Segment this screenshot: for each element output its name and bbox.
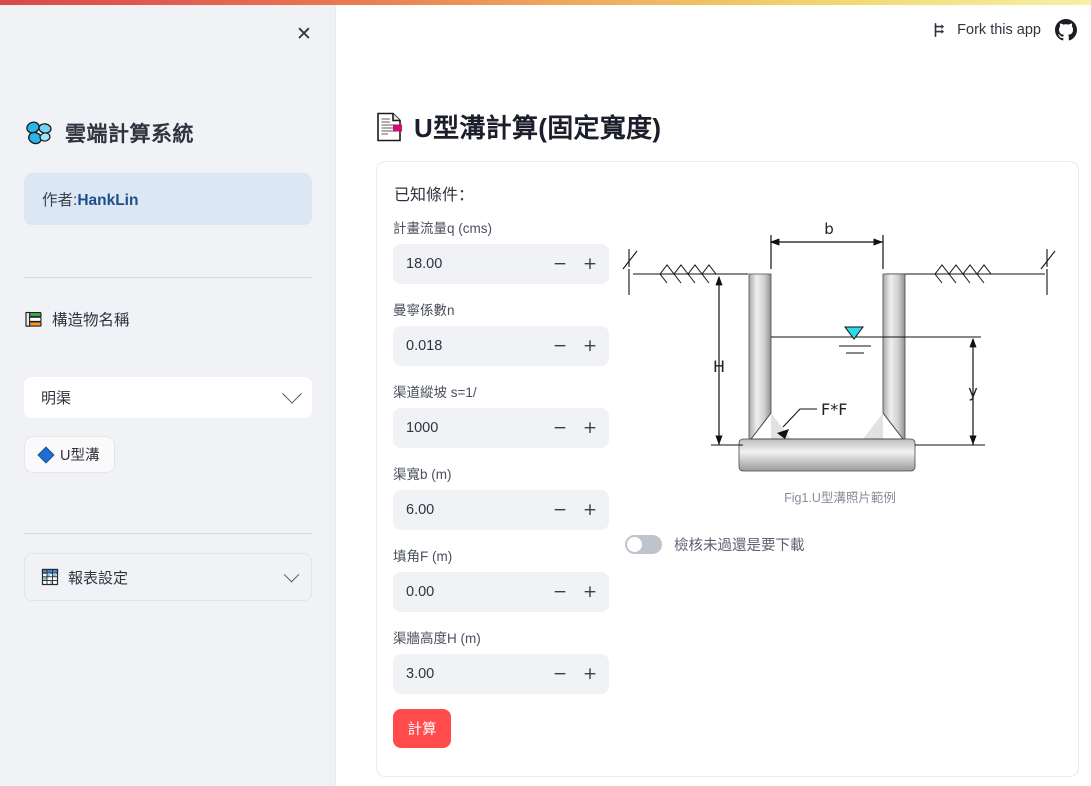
author-prefix: 作者: [42, 192, 78, 209]
page-title: U型溝計算(固定寬度) [414, 113, 662, 143]
field-manning-n: 曼寧係數n 0.018 − + [393, 299, 623, 366]
field-slope-s: 渠道縱坡 s=1/ 1000 − + [393, 381, 623, 448]
author-name: HankLin [77, 192, 139, 209]
divider-bottom [24, 533, 312, 534]
field-label: 填角F (m) [393, 549, 453, 564]
structure-section-label: 構造物名稱 [52, 312, 130, 329]
channel-width-b-input[interactable]: 6.00 − + [393, 490, 609, 530]
figure-panel: b H y F*F Fig1.U型溝照片範例 檢核未過還是要下載 [615, 217, 1065, 555]
header-actions: Fork this app [933, 19, 1077, 41]
fork-this-app-label: Fork this app [957, 22, 1041, 38]
top-gradient-bar [0, 0, 1091, 5]
flow-rate-q-input[interactable]: 18.00 − + [393, 244, 609, 284]
field-label: 計畫流量q (cms) [393, 221, 492, 236]
report-settings-label: 報表設定 [68, 569, 129, 587]
structure-section-header: 構造物名稱 [24, 308, 130, 330]
brand: 雲端計算系統 [24, 118, 194, 148]
main-content: Fork this app U型溝計算(固定寬度) 已知條件： 計畫流量q (c… [337, 5, 1091, 786]
field-label: 渠牆高度H (m) [393, 631, 481, 646]
close-icon[interactable]: ✕ [289, 19, 319, 49]
channel-type-label: U型溝 [60, 448, 100, 464]
known-conditions-heading: 已知條件： [394, 187, 475, 204]
field-fillet-f: 填角F (m) 0.00 − + [393, 545, 623, 612]
decrement-button[interactable]: − [545, 491, 575, 529]
increment-button[interactable]: + [575, 245, 605, 283]
sidebar: ✕ 雲端計算系統 作者:HankLin 構造物名稱 明渠 U型溝 報表設定 [0, 5, 336, 786]
structure-select-value: 明渠 [41, 390, 72, 407]
increment-button[interactable]: + [575, 409, 605, 447]
butterfly-logo-icon [26, 121, 52, 145]
slope-s-input[interactable]: 1000 − + [393, 408, 609, 448]
author-badge: 作者:HankLin [24, 173, 312, 225]
field-label: 渠道縱坡 s=1/ [393, 385, 477, 400]
chevron-down-icon [283, 566, 300, 582]
decrement-button[interactable]: − [545, 327, 575, 365]
input-value: 1000 [406, 420, 439, 436]
page-title-row: U型溝計算(固定寬度) [376, 108, 661, 145]
fork-this-app-link[interactable]: Fork this app [933, 22, 1041, 38]
field-flow-rate-q: 計畫流量q (cms) 18.00 − + [393, 217, 623, 284]
structure-select[interactable]: 明渠 [24, 377, 312, 418]
decrement-button[interactable]: − [545, 655, 575, 693]
calculation-card: 已知條件： 計畫流量q (cms) 18.00 − + 曼寧係數n 0.018 … [376, 161, 1079, 777]
dim-label-h: H [713, 357, 725, 376]
books-icon [25, 311, 42, 327]
field-label: 渠寬b (m) [393, 467, 452, 482]
dim-label-y: y [968, 382, 977, 401]
increment-button[interactable]: + [575, 327, 605, 365]
input-value: 3.00 [406, 666, 435, 682]
input-value: 0.00 [406, 584, 435, 600]
github-icon[interactable] [1055, 19, 1077, 41]
spreadsheet-grid-icon [41, 568, 59, 586]
fillet-f-input[interactable]: 0.00 − + [393, 572, 609, 612]
divider-top [24, 277, 312, 278]
author-label: 作者:HankLin [42, 188, 138, 210]
download-anyway-toggle[interactable] [625, 535, 662, 554]
app-root: ✕ 雲端計算系統 作者:HankLin 構造物名稱 明渠 U型溝 報表設定 Fo… [0, 0, 1091, 786]
input-value: 6.00 [406, 502, 435, 518]
document-page-icon [377, 112, 402, 141]
increment-button[interactable]: + [575, 573, 605, 611]
toggle-knob [627, 537, 642, 552]
field-label: 曼寧係數n [393, 303, 455, 318]
field-wall-height-h: 渠牆高度H (m) 3.00 − + [393, 627, 623, 694]
fork-icon [934, 23, 945, 37]
figure-caption: Fig1.U型溝照片範例 [784, 491, 896, 505]
field-channel-width-b: 渠寬b (m) 6.00 − + [393, 463, 623, 530]
dim-label-fillet: F*F [821, 400, 847, 419]
chevron-down-icon [282, 383, 302, 404]
channel-type-button[interactable]: U型溝 [24, 436, 116, 473]
u-channel-diagram: b H y F*F [622, 220, 1056, 472]
decrement-button[interactable]: − [545, 409, 575, 447]
decrement-button[interactable]: − [545, 245, 575, 283]
decrement-button[interactable]: − [545, 573, 575, 611]
increment-button[interactable]: + [575, 491, 605, 529]
dim-label-b: b [824, 220, 834, 238]
brand-title: 雲端計算系統 [65, 123, 194, 146]
download-toggle-row: 檢核未過還是要下載 [625, 534, 1065, 555]
calculate-button[interactable]: 計算 [393, 709, 451, 748]
input-form: 計畫流量q (cms) 18.00 − + 曼寧係數n 0.018 − + 渠道… [393, 217, 623, 748]
blue-diamond-icon [37, 446, 55, 463]
report-settings-expander[interactable]: 報表設定 [24, 553, 312, 601]
download-anyway-label: 檢核未過還是要下載 [674, 538, 805, 554]
manning-n-input[interactable]: 0.018 − + [393, 326, 609, 366]
wall-height-h-input[interactable]: 3.00 − + [393, 654, 609, 694]
increment-button[interactable]: + [575, 655, 605, 693]
input-value: 18.00 [406, 256, 443, 272]
input-value: 0.018 [406, 338, 443, 354]
